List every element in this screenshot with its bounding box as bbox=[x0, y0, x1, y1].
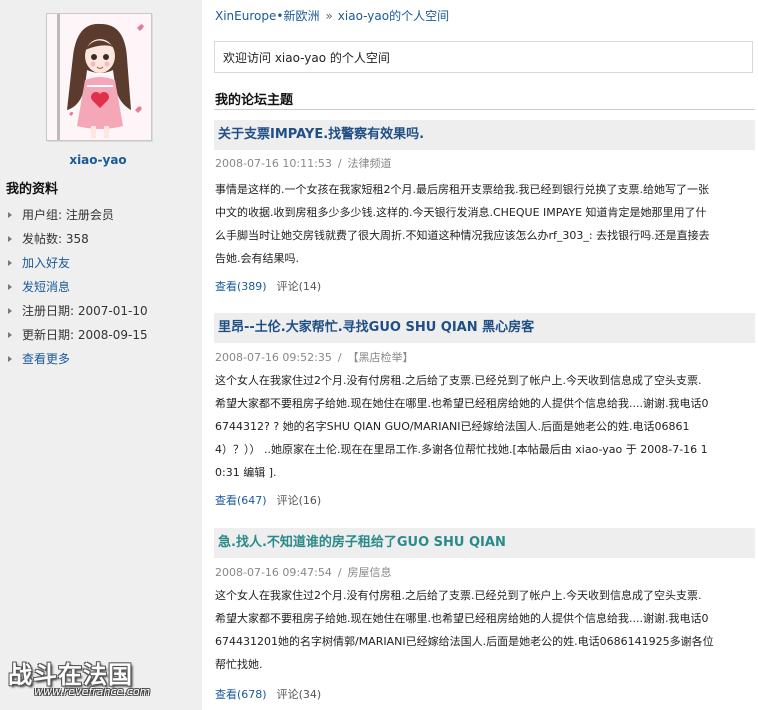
post-title-link[interactable]: 急.找人.不知道谁的房子租给了GUO SHU QIAN bbox=[218, 535, 506, 550]
profile-item-label: 用户组: 注册会员 bbox=[22, 208, 114, 222]
post-body-line: 这个女人在我家住过2个月.没有付房租.之后给了支票.已经兑到了帐户上.今天收到信… bbox=[215, 374, 702, 387]
post-views-link[interactable]: 查看(647) bbox=[215, 494, 267, 507]
profile-info-list: 用户组: 注册会员 发帖数: 358 加入好友 发短消息 注册日期: 2007-… bbox=[8, 203, 148, 371]
post-title-bar: 关于支票IMPAYE.找警察有效果吗. bbox=[214, 120, 755, 150]
profile-item-user-group: 用户组: 注册会员 bbox=[8, 203, 148, 227]
post-date: 2008-07-16 10:11:53 bbox=[215, 157, 332, 170]
avatar[interactable] bbox=[46, 13, 152, 141]
post-body-line: 帮忙找她. bbox=[215, 658, 263, 671]
post-title-link[interactable]: 关于支票IMPAYE.找警察有效果吗. bbox=[218, 127, 424, 142]
profile-item-send-message: 发短消息 bbox=[8, 275, 148, 299]
triangle-bullet-icon bbox=[8, 260, 12, 266]
profile-item-view-more: 查看更多 bbox=[8, 347, 148, 371]
post-body-line: 么手脚当时让她交房钱就费了很大周折.不知道这种情况我应该怎么办rf_303_: … bbox=[215, 229, 710, 242]
site-watermark: 战斗在法国 www.revefrance.com bbox=[8, 655, 158, 705]
post-body-line: 4）？）） ..她原家在土伦.现在在里昂工作.多谢各位帮忙找她.[本帖最后由 x… bbox=[215, 443, 708, 456]
post-title-bar: 急.找人.不知道谁的房子租给了GUO SHU QIAN bbox=[214, 528, 755, 558]
triangle-bullet-icon bbox=[8, 308, 12, 314]
avatar-image bbox=[47, 14, 151, 140]
post-body: 事情是这样的.一个女孩在我家短租2个月.最后房租开支票给我.我已经到银行兑换了支… bbox=[215, 178, 756, 270]
profile-item-label: 注册日期: 2007-01-10 bbox=[22, 304, 148, 318]
profile-item-post-count: 发帖数: 358 bbox=[8, 227, 148, 251]
post-title-bar: 里昂--土伦.大家帮忙.寻找GUO SHU QIAN 黑心房客 bbox=[214, 313, 755, 343]
forum-section-title: 我的论坛主题 bbox=[215, 93, 294, 108]
breadcrumb: XinEurope•新欧洲 » xiao-yao的个人空间 bbox=[215, 7, 449, 24]
post-category[interactable]: 【黑店检举】 bbox=[348, 351, 414, 364]
post-body: 这个女人在我家住过2个月.没有付房租.之后给了支票.已经兑到了帐户上.今天收到信… bbox=[215, 584, 756, 676]
post-actions: 查看(678) 评论(34) bbox=[215, 686, 321, 702]
post-actions: 查看(389) 评论(14) bbox=[215, 278, 321, 294]
post-comments-link[interactable]: 评论(34) bbox=[277, 688, 322, 701]
triangle-bullet-icon bbox=[8, 236, 12, 242]
profile-item-update-date: 更新日期: 2008-09-15 bbox=[8, 323, 148, 347]
profile-item-label: 更新日期: 2008-09-15 bbox=[22, 328, 148, 342]
post-views-link[interactable]: 查看(389) bbox=[215, 280, 267, 293]
welcome-box: 欢迎访问 xiao-yao 的个人空间 bbox=[214, 41, 753, 73]
post-actions: 查看(647) 评论(16) bbox=[215, 492, 321, 508]
post-body-line: 事情是这样的.一个女孩在我家短租2个月.最后房租开支票给我.我已经到银行兑换了支… bbox=[215, 183, 709, 196]
post-body-line: 告她.会有结果吗. bbox=[215, 252, 299, 265]
view-more-link[interactable]: 查看更多 bbox=[22, 352, 70, 366]
meta-separator: / bbox=[337, 351, 342, 364]
triangle-bullet-icon bbox=[8, 356, 12, 362]
send-message-link[interactable]: 发短消息 bbox=[22, 280, 70, 294]
meta-separator: / bbox=[337, 157, 342, 170]
post-meta: 2008-07-16 09:47:54 / 房屋信息 bbox=[215, 564, 392, 580]
post-body-line: 674431201她的名字树倩郭/MARIANI已经嫁给法国人.后面是她老公的姓… bbox=[215, 635, 714, 648]
post-body-line: 希望大家都不要租房子给她.现在她住在哪里.也希望已经租房给她的人提供个信息给我.… bbox=[215, 397, 709, 410]
breadcrumb-site-link[interactable]: XinEurope•新欧洲 bbox=[215, 9, 319, 23]
post-body: 这个女人在我家住过2个月.没有付房租.之后给了支票.已经兑到了帐户上.今天收到信… bbox=[215, 369, 756, 484]
post-meta: 2008-07-16 10:11:53 / 法律频道 bbox=[215, 155, 392, 171]
triangle-bullet-icon bbox=[8, 332, 12, 338]
post-date: 2008-07-16 09:47:54 bbox=[215, 566, 332, 579]
breadcrumb-current-link[interactable]: xiao-yao的个人空间 bbox=[338, 9, 449, 23]
post-body-line: 这个女人在我家住过2个月.没有付房租.之后给了支票.已经兑到了帐户上.今天收到信… bbox=[215, 589, 702, 602]
post-title-link[interactable]: 里昂--土伦.大家帮忙.寻找GUO SHU QIAN 黑心房客 bbox=[218, 320, 534, 335]
watermark-url: www.revefrance.com bbox=[34, 685, 151, 698]
post-category[interactable]: 房屋信息 bbox=[348, 566, 392, 579]
profile-item-label: 发帖数: 358 bbox=[22, 232, 89, 246]
post-date: 2008-07-16 09:52:35 bbox=[215, 351, 332, 364]
divider bbox=[214, 109, 755, 110]
post-meta: 2008-07-16 09:52:35 / 【黑店检举】 bbox=[215, 349, 414, 365]
post-body-line: 0:31 编辑 ]. bbox=[215, 466, 277, 479]
profile-section-title: 我的资料 bbox=[6, 182, 59, 197]
profile-sidebar: xiao-yao 我的资料 用户组: 注册会员 发帖数: 358 加入好友 发短… bbox=[0, 0, 202, 710]
meta-separator: / bbox=[337, 566, 342, 579]
post-body-line: 希望大家都不要租房子给她.现在她住在哪里.也希望已经租房给她的人提供个信息给我.… bbox=[215, 612, 709, 625]
breadcrumb-separator: » bbox=[325, 9, 333, 23]
triangle-bullet-icon bbox=[8, 284, 12, 290]
post-comments-link[interactable]: 评论(16) bbox=[277, 494, 322, 507]
post-views-link[interactable]: 查看(678) bbox=[215, 688, 267, 701]
profile-item-add-friend: 加入好友 bbox=[8, 251, 148, 275]
post-body-line: 6744312? ? 她的名字SHU QIAN GUO/MARIANI已经嫁给法… bbox=[215, 420, 690, 433]
profile-item-register-date: 注册日期: 2007-01-10 bbox=[8, 299, 148, 323]
post-body-line: 中文的收据.收到房租多少多少钱.这样的.今天银行发消息.CHEQUE IMPAY… bbox=[215, 206, 707, 219]
post-category[interactable]: 法律频道 bbox=[348, 157, 392, 170]
post-comments-link[interactable]: 评论(14) bbox=[277, 280, 322, 293]
add-friend-link[interactable]: 加入好友 bbox=[22, 256, 70, 270]
profile-username[interactable]: xiao-yao bbox=[0, 153, 196, 167]
triangle-bullet-icon bbox=[8, 212, 12, 218]
